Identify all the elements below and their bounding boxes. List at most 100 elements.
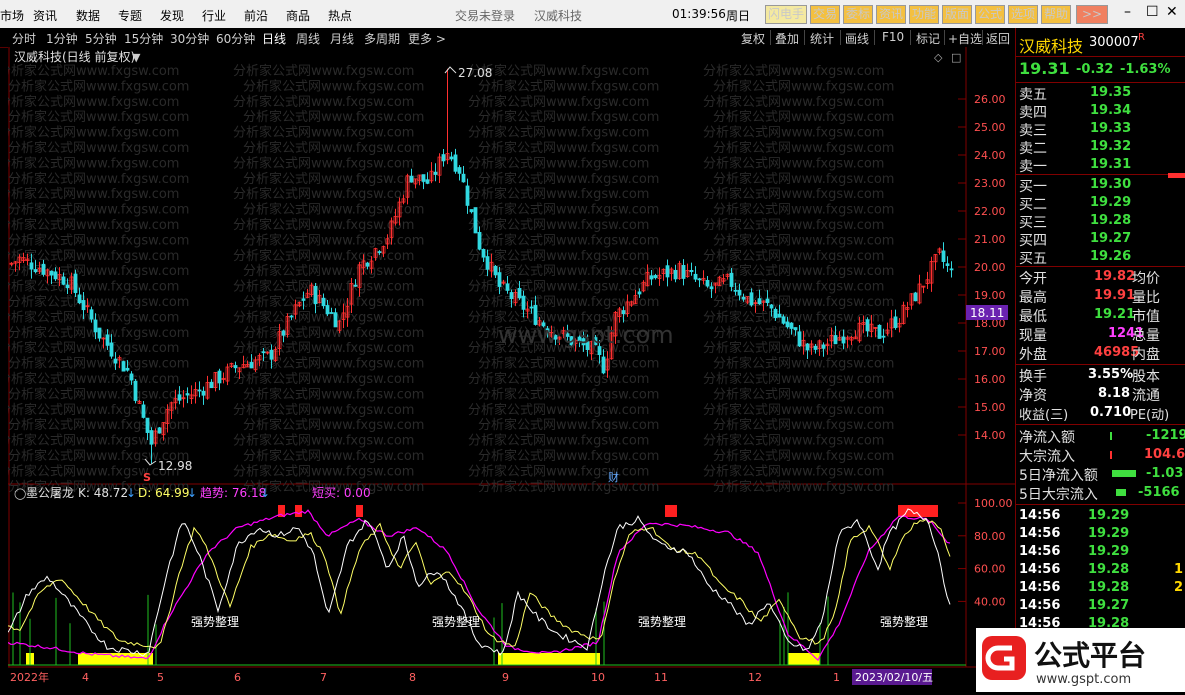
menu-item-topic[interactable]: 专题 bbox=[118, 7, 142, 24]
low-label: 最低 bbox=[1019, 309, 1047, 325]
candle-body bbox=[793, 327, 798, 331]
candle-body bbox=[681, 265, 686, 279]
price-tick-label: 19.00 bbox=[974, 289, 1006, 302]
menu-item-data[interactable]: 数据 bbox=[76, 7, 100, 24]
menu-item-market[interactable]: 市场 bbox=[0, 7, 24, 24]
indicator-menu-icon[interactable]: ◯ bbox=[14, 487, 26, 500]
gspt-logo: 公式平台 www.gspt.com bbox=[976, 628, 1185, 692]
period-tab-weekly[interactable]: 周线 bbox=[296, 30, 320, 47]
diamond-icon[interactable]: ◇ bbox=[934, 51, 943, 64]
watermark-text: 分析家公式网www.fxgsw.com bbox=[478, 109, 659, 125]
candle-body bbox=[141, 404, 146, 418]
tick-time: 14:56 bbox=[1019, 562, 1061, 577]
back-button[interactable]: 返回 bbox=[986, 30, 1010, 47]
flash-trade-button[interactable]: 闪电手 bbox=[765, 5, 808, 24]
menu-item-commodity[interactable]: 商品 bbox=[286, 7, 310, 24]
candle-body bbox=[289, 315, 294, 318]
maximize-icon[interactable]: ☐ bbox=[1146, 4, 1159, 20]
candle-body bbox=[353, 284, 358, 287]
buy1-price[interactable]: 19.30 bbox=[1090, 177, 1131, 192]
sell4-price[interactable]: 19.34 bbox=[1090, 103, 1131, 118]
close-panel-icon[interactable]: □ bbox=[951, 51, 961, 64]
eps-value: 0.710 bbox=[1090, 405, 1132, 420]
candle-body bbox=[785, 321, 790, 328]
period-tab-daily[interactable]: 日线 bbox=[262, 30, 286, 47]
info-button[interactable]: 资讯 bbox=[876, 5, 907, 24]
adjust-button[interactable]: 复权 bbox=[741, 30, 765, 47]
mark-button[interactable]: 标记 bbox=[916, 30, 940, 47]
buy5-label: 买五 bbox=[1019, 251, 1047, 267]
watermark-text: 分析家公式网www.fxgsw.com bbox=[233, 63, 414, 79]
current-date-label: 2023/02/10/五 bbox=[855, 671, 933, 684]
finance-marker[interactable]: 财 bbox=[608, 470, 619, 484]
menu-item-news[interactable]: 资讯 bbox=[33, 7, 57, 24]
stats-button[interactable]: 统计 bbox=[810, 30, 834, 47]
period-tab-1min[interactable]: 1分钟 bbox=[46, 30, 78, 47]
minimize-icon[interactable]: – bbox=[1124, 4, 1131, 20]
chart-menu-icon[interactable]: ▼ bbox=[132, 51, 141, 64]
strong-consolidation-label-2: 强势整理 bbox=[432, 614, 480, 629]
period-tab-5min[interactable]: 5分钟 bbox=[85, 30, 117, 47]
period-tab-more[interactable]: 更多 > bbox=[408, 30, 446, 47]
watermark-text: 分析家公式网www.fxgsw.com bbox=[233, 125, 414, 141]
last-price: 19.31 bbox=[1019, 59, 1070, 78]
close-icon[interactable]: ✕ bbox=[1166, 4, 1178, 20]
candle-body bbox=[321, 297, 326, 307]
watermark-text: 分析家公式网www.fxgsw.com bbox=[8, 371, 179, 387]
menu-item-industry[interactable]: 行业 bbox=[202, 7, 226, 24]
period-tab-15min[interactable]: 15分钟 bbox=[124, 30, 163, 47]
overlay-button[interactable]: 叠加 bbox=[775, 30, 799, 47]
order-button[interactable]: 委标 bbox=[843, 5, 874, 24]
indicator-tick-label: 40.00 bbox=[974, 595, 1006, 608]
candle-body bbox=[81, 300, 86, 311]
buy2-price[interactable]: 19.29 bbox=[1090, 195, 1131, 210]
candle-body bbox=[121, 361, 126, 372]
help-button[interactable]: 帮助 bbox=[1041, 5, 1072, 24]
watermark-text: 分析家公式网www.fxgsw.com bbox=[468, 463, 649, 479]
period-tab-monthly[interactable]: 月线 bbox=[330, 30, 354, 47]
watermark-text: 分析家公式网www.fxgsw.com bbox=[233, 463, 414, 479]
buy4-label: 买四 bbox=[1019, 233, 1047, 249]
buy4-price[interactable]: 19.27 bbox=[1090, 231, 1131, 246]
menu-item-hot[interactable]: 热点 bbox=[328, 7, 352, 24]
sell1-price[interactable]: 19.31 bbox=[1090, 157, 1131, 172]
sell2-price[interactable]: 19.32 bbox=[1090, 139, 1131, 154]
watermark-text: 分析家公式网www.fxgsw.com bbox=[468, 371, 649, 387]
sell3-price[interactable]: 19.33 bbox=[1090, 121, 1131, 136]
menu-item-discover[interactable]: 发现 bbox=[160, 7, 184, 24]
candle-body bbox=[145, 417, 150, 433]
indicator-tick-label: 60.00 bbox=[974, 563, 1006, 576]
x-label-apr: 4 bbox=[82, 671, 89, 684]
period-tab-multi[interactable]: 多周期 bbox=[364, 30, 400, 47]
net-asset-label: 净资 bbox=[1019, 388, 1047, 404]
candle-body bbox=[521, 295, 526, 310]
options-button[interactable]: 选项 bbox=[1008, 5, 1039, 24]
candle-body bbox=[529, 306, 534, 309]
sell5-price[interactable]: 19.35 bbox=[1090, 85, 1131, 100]
r-mark: R bbox=[1138, 32, 1145, 43]
function-button[interactable]: 功能 bbox=[909, 5, 940, 24]
more-button[interactable]: >> bbox=[1076, 5, 1108, 24]
price-tick-label: 22.00 bbox=[974, 205, 1006, 218]
period-tab-timeshare[interactable]: 分时 bbox=[12, 30, 36, 47]
x-label-nov: 11 bbox=[654, 671, 668, 684]
candle-body bbox=[941, 250, 946, 262]
watermark-text: 分析家公式网www.fxgsw.com bbox=[478, 386, 659, 402]
buy5-price[interactable]: 19.26 bbox=[1090, 249, 1131, 264]
formula-button[interactable]: 公式 bbox=[975, 5, 1006, 24]
f10-button[interactable]: F10 bbox=[882, 30, 904, 44]
watermark-text: 分析家公式网www.fxgsw.com bbox=[713, 294, 894, 310]
high-label: 最高 bbox=[1019, 290, 1047, 306]
trade-button[interactable]: 交易 bbox=[810, 5, 841, 24]
period-tab-60min[interactable]: 60分钟 bbox=[216, 30, 255, 47]
login-status[interactable]: 交易未登录 bbox=[455, 7, 515, 24]
buy3-price[interactable]: 19.28 bbox=[1090, 213, 1131, 228]
add-watchlist-button[interactable]: +自选 bbox=[948, 30, 982, 47]
menu-item-frontier[interactable]: 前沿 bbox=[244, 7, 268, 24]
draw-button[interactable]: 画线 bbox=[845, 30, 869, 47]
candle-body bbox=[313, 285, 318, 305]
period-tab-30min[interactable]: 30分钟 bbox=[170, 30, 209, 47]
candle-body bbox=[865, 319, 870, 332]
chart-area[interactable]: 分析家公式网www.fxgsw.com 分析家公式网www.fxgsw.com 分析… bbox=[8, 47, 1015, 687]
layout-button[interactable]: 版面 bbox=[942, 5, 973, 24]
